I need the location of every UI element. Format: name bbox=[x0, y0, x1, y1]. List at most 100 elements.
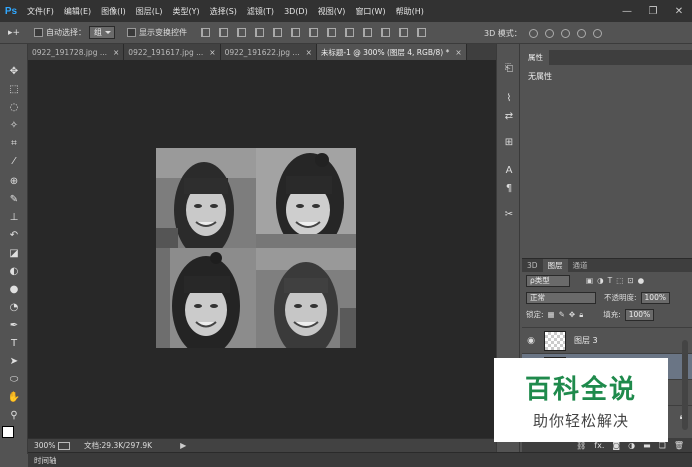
hand-tool-icon[interactable]: ✋ bbox=[7, 390, 21, 404]
menu-edit[interactable]: 编辑(E) bbox=[59, 6, 96, 17]
align-bottom-icon[interactable] bbox=[237, 28, 246, 37]
blur-tool-icon[interactable]: ● bbox=[7, 282, 21, 296]
move-tool-icon[interactable]: ✥ bbox=[7, 64, 21, 78]
tools-preset-panel-icon[interactable]: ✂ bbox=[503, 208, 515, 220]
timeline-panel[interactable]: 时间轴 bbox=[28, 452, 692, 467]
menu-select[interactable]: 选择(S) bbox=[205, 6, 242, 17]
history-panel-icon[interactable]: ⎗ bbox=[503, 62, 515, 74]
tab-doc-1[interactable]: 0922_191728.jpg ... × bbox=[28, 44, 125, 60]
orbit-3d-icon[interactable] bbox=[528, 28, 538, 38]
distribute-hcenter-icon[interactable] bbox=[381, 28, 390, 37]
filter-smart-icon[interactable]: ⊡ bbox=[627, 276, 633, 285]
dodge-tool-icon[interactable]: ◔ bbox=[7, 300, 21, 314]
layer-row[interactable]: ◉ 图层 3 bbox=[522, 327, 692, 353]
tab-doc-1-close-icon[interactable]: × bbox=[113, 48, 119, 57]
distribute-right-icon[interactable] bbox=[399, 28, 408, 37]
align-hcenter-icon[interactable] bbox=[273, 28, 282, 37]
align-right-icon[interactable] bbox=[291, 28, 300, 37]
export-icon[interactable] bbox=[58, 441, 70, 450]
tab-layers[interactable]: 图层 bbox=[542, 259, 568, 272]
filter-toggle-icon[interactable]: ● bbox=[638, 276, 645, 285]
history-brush-tool-icon[interactable]: ↶ bbox=[7, 228, 21, 242]
healing-brush-tool-icon[interactable]: ⊕ bbox=[7, 174, 21, 188]
magic-wand-tool-icon[interactable]: ✧ bbox=[7, 118, 21, 132]
adjust-panel-icon[interactable]: ⇄ bbox=[503, 110, 515, 122]
brush-tool-icon[interactable]: ✎ bbox=[7, 192, 21, 206]
distribute-top-icon[interactable] bbox=[309, 28, 318, 37]
slide-3d-icon[interactable] bbox=[576, 28, 586, 38]
tab-doc-3-close-icon[interactable]: × bbox=[306, 48, 312, 57]
align-vcenter-icon[interactable] bbox=[219, 28, 228, 37]
document-canvas[interactable] bbox=[156, 148, 356, 348]
lock-pixels-icon[interactable]: ✎ bbox=[559, 310, 565, 319]
distribute-left-icon[interactable] bbox=[363, 28, 372, 37]
align-left-icon[interactable] bbox=[255, 28, 264, 37]
tab-doc-2[interactable]: 0922_191617.jpg ... × bbox=[124, 44, 221, 60]
foreground-color-swatch[interactable] bbox=[2, 426, 14, 438]
eraser-tool-icon[interactable]: ◪ bbox=[7, 246, 21, 260]
auto-select-checkbox[interactable] bbox=[34, 28, 43, 37]
lock-transparent-icon[interactable]: ▦ bbox=[548, 310, 555, 319]
scale-3d-icon[interactable] bbox=[592, 28, 602, 38]
status-menu-arrow-icon[interactable]: ▶ bbox=[180, 441, 186, 450]
filter-shape-icon[interactable]: ⬚ bbox=[616, 276, 623, 285]
tab-3d[interactable]: 3D bbox=[522, 259, 543, 272]
restore-button[interactable]: ❐ bbox=[640, 0, 666, 22]
clone-source-panel-icon[interactable]: ⊞ bbox=[503, 136, 515, 148]
lock-all-icon[interactable]: 🔒︎ bbox=[579, 310, 583, 320]
menu-3d[interactable]: 3D(D) bbox=[279, 7, 313, 16]
fill-input[interactable]: 100% bbox=[624, 308, 655, 321]
distribute-vcenter-icon[interactable] bbox=[327, 28, 336, 37]
filter-type-icon[interactable]: T bbox=[608, 276, 613, 285]
paint-bucket-tool-icon[interactable]: ◐ bbox=[7, 264, 21, 278]
clone-stamp-tool-icon[interactable]: ⊥ bbox=[7, 210, 21, 224]
marquee-tool-icon[interactable]: ⬚ bbox=[7, 82, 21, 96]
close-button[interactable]: ✕ bbox=[666, 0, 692, 22]
align-top-icon[interactable] bbox=[201, 28, 210, 37]
menu-view[interactable]: 视图(V) bbox=[313, 6, 351, 17]
tab-doc-2-close-icon[interactable]: × bbox=[209, 48, 215, 57]
layers-scrollbar[interactable] bbox=[682, 340, 688, 430]
tab-doc-active[interactable]: 未标题-1 @ 300% (图层 4, RGB/8) * × bbox=[316, 44, 467, 60]
lock-position-icon[interactable]: ✥ bbox=[569, 310, 575, 319]
blend-mode-dropdown[interactable]: 正常 bbox=[526, 291, 596, 304]
tab-doc-active-close-icon[interactable]: × bbox=[455, 48, 461, 57]
type-tool-icon[interactable]: T bbox=[7, 336, 21, 350]
menu-type[interactable]: 类型(Y) bbox=[167, 6, 204, 17]
path-selection-tool-icon[interactable]: ➤ bbox=[7, 354, 21, 368]
auto-select-dropdown[interactable]: 组 bbox=[89, 26, 115, 39]
menu-file[interactable]: 文件(F) bbox=[22, 6, 59, 17]
pen-tool-icon[interactable]: ✒ bbox=[7, 318, 21, 332]
menu-window[interactable]: 窗口(W) bbox=[350, 6, 390, 17]
roll-3d-icon[interactable] bbox=[544, 28, 554, 38]
tab-channels[interactable]: 通道 bbox=[568, 259, 593, 272]
lasso-tool-icon[interactable]: ◌ bbox=[7, 100, 21, 114]
menu-filter[interactable]: 滤镜(T) bbox=[242, 6, 279, 17]
menu-layer[interactable]: 图层(L) bbox=[131, 6, 168, 17]
zoom-tool-icon[interactable]: ⚲ bbox=[7, 408, 21, 422]
visibility-eye-icon[interactable]: ◉ bbox=[522, 336, 540, 346]
move-tool-preset-icon[interactable]: ▸+ bbox=[0, 24, 28, 42]
distribute-bottom-icon[interactable] bbox=[345, 28, 354, 37]
minimize-button[interactable]: — bbox=[614, 0, 640, 22]
properties-tab[interactable]: 属性 bbox=[522, 50, 549, 65]
eyedropper-tool-icon[interactable]: ⁄ bbox=[7, 154, 21, 168]
filter-pixel-icon[interactable]: ▣ bbox=[586, 276, 593, 285]
pan-3d-icon[interactable] bbox=[560, 28, 570, 38]
paragraph-panel-icon[interactable]: ¶ bbox=[503, 182, 515, 194]
tab-doc-3[interactable]: 0922_191622.jpg ... × bbox=[220, 44, 317, 60]
show-transform-checkbox[interactable] bbox=[127, 28, 136, 37]
layer-kind-dropdown[interactable]: ρ类型 bbox=[526, 274, 570, 287]
character-panel-icon[interactable]: A bbox=[503, 164, 515, 176]
filter-adjust-icon[interactable]: ◑ bbox=[597, 276, 604, 285]
menu-help[interactable]: 帮助(H) bbox=[391, 6, 429, 17]
crop-tool-icon[interactable]: ⌗ bbox=[7, 136, 21, 150]
opacity-input[interactable]: 100% bbox=[640, 291, 670, 304]
delete-layer-icon[interactable]: 🗑︎ bbox=[674, 441, 684, 450]
menu-image[interactable]: 图像(I) bbox=[96, 6, 131, 17]
zoom-level[interactable]: 300% bbox=[28, 441, 55, 450]
shape-tool-icon[interactable]: ⬭ bbox=[7, 372, 21, 386]
canvas-area[interactable] bbox=[28, 60, 496, 438]
auto-align-icon[interactable] bbox=[417, 28, 426, 37]
brush-panel-icon[interactable]: ⌇ bbox=[503, 92, 515, 104]
